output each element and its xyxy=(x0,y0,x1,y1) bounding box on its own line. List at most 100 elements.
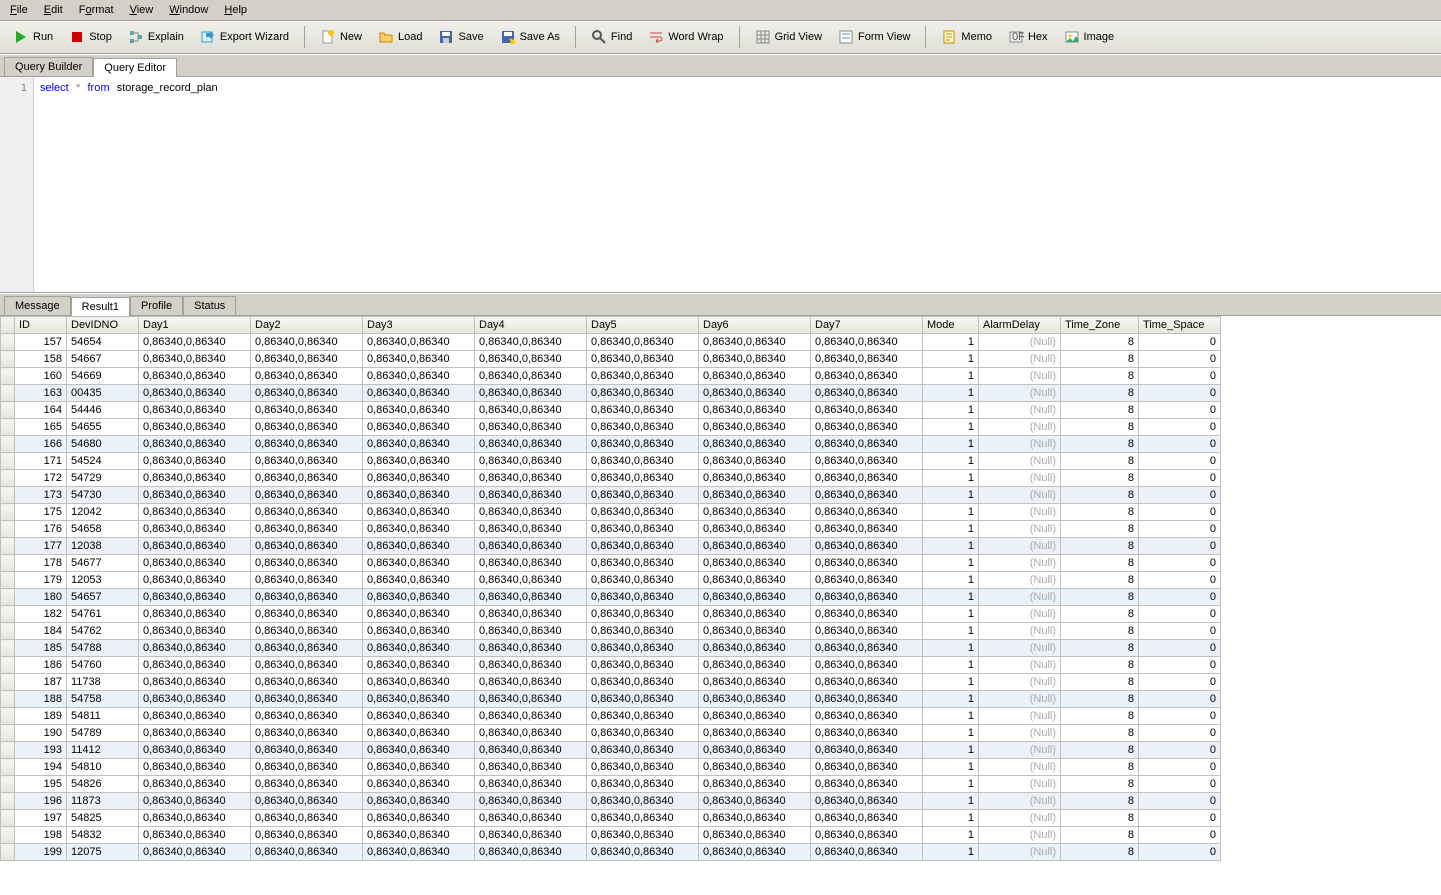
cell-tz[interactable]: 8 xyxy=(1061,572,1139,589)
cell-ts[interactable]: 0 xyxy=(1139,827,1221,844)
cell-day[interactable]: 0,86340,0,86340 xyxy=(811,504,923,521)
cell-mode[interactable]: 1 xyxy=(923,402,979,419)
cell-day[interactable]: 0,86340,0,86340 xyxy=(251,708,363,725)
cell-day[interactable]: 0,86340,0,86340 xyxy=(475,793,587,810)
cell-ts[interactable]: 0 xyxy=(1139,606,1221,623)
cell-day[interactable]: 0,86340,0,86340 xyxy=(363,368,475,385)
cell-day[interactable]: 0,86340,0,86340 xyxy=(587,368,699,385)
cell-day[interactable]: 0,86340,0,86340 xyxy=(139,759,251,776)
cell-id[interactable]: 188 xyxy=(15,691,67,708)
cell-dev[interactable]: 00435 xyxy=(67,385,139,402)
table-row[interactable]: 195548260,86340,0,863400,86340,0,863400,… xyxy=(1,776,1221,793)
col-header[interactable]: Day1 xyxy=(139,317,251,334)
cell-day[interactable]: 0,86340,0,86340 xyxy=(811,402,923,419)
cell-dev[interactable]: 11738 xyxy=(67,674,139,691)
cell-day[interactable]: 0,86340,0,86340 xyxy=(251,776,363,793)
col-header[interactable]: Time_Zone xyxy=(1061,317,1139,334)
cell-day[interactable]: 0,86340,0,86340 xyxy=(139,793,251,810)
cell-day[interactable]: 0,86340,0,86340 xyxy=(139,572,251,589)
cell-day[interactable]: 0,86340,0,86340 xyxy=(475,844,587,861)
cell-ts[interactable]: 0 xyxy=(1139,521,1221,538)
cell-day[interactable]: 0,86340,0,86340 xyxy=(139,470,251,487)
cell-mode[interactable]: 1 xyxy=(923,708,979,725)
cell-id[interactable]: 166 xyxy=(15,436,67,453)
cell-alarmdelay[interactable]: (Null) xyxy=(979,844,1061,861)
cell-day[interactable]: 0,86340,0,86340 xyxy=(811,419,923,436)
cell-day[interactable]: 0,86340,0,86340 xyxy=(699,844,811,861)
tab-message[interactable]: Message xyxy=(4,296,71,315)
find-button[interactable]: Find xyxy=(584,25,639,49)
cell-day[interactable]: 0,86340,0,86340 xyxy=(475,640,587,657)
cell-id[interactable]: 195 xyxy=(15,776,67,793)
cell-day[interactable]: 0,86340,0,86340 xyxy=(811,470,923,487)
row-header[interactable] xyxy=(1,470,15,487)
cell-dev[interactable]: 54669 xyxy=(67,368,139,385)
cell-day[interactable]: 0,86340,0,86340 xyxy=(475,572,587,589)
cell-mode[interactable]: 1 xyxy=(923,487,979,504)
cell-day[interactable]: 0,86340,0,86340 xyxy=(251,334,363,351)
cell-day[interactable]: 0,86340,0,86340 xyxy=(587,351,699,368)
cell-tz[interactable]: 8 xyxy=(1061,470,1139,487)
cell-tz[interactable]: 8 xyxy=(1061,402,1139,419)
cell-alarmdelay[interactable]: (Null) xyxy=(979,742,1061,759)
cell-day[interactable]: 0,86340,0,86340 xyxy=(475,606,587,623)
cell-day[interactable]: 0,86340,0,86340 xyxy=(811,538,923,555)
cell-day[interactable]: 0,86340,0,86340 xyxy=(251,810,363,827)
cell-day[interactable]: 0,86340,0,86340 xyxy=(363,487,475,504)
cell-dev[interactable]: 54788 xyxy=(67,640,139,657)
cell-day[interactable]: 0,86340,0,86340 xyxy=(139,623,251,640)
cell-id[interactable]: 182 xyxy=(15,606,67,623)
cell-tz[interactable]: 8 xyxy=(1061,368,1139,385)
cell-day[interactable]: 0,86340,0,86340 xyxy=(363,708,475,725)
cell-day[interactable]: 0,86340,0,86340 xyxy=(139,827,251,844)
cell-day[interactable]: 0,86340,0,86340 xyxy=(587,776,699,793)
cell-day[interactable]: 0,86340,0,86340 xyxy=(363,555,475,572)
cell-day[interactable]: 0,86340,0,86340 xyxy=(475,368,587,385)
cell-day[interactable]: 0,86340,0,86340 xyxy=(363,572,475,589)
cell-day[interactable]: 0,86340,0,86340 xyxy=(363,521,475,538)
cell-mode[interactable]: 1 xyxy=(923,351,979,368)
cell-ts[interactable]: 0 xyxy=(1139,691,1221,708)
cell-alarmdelay[interactable]: (Null) xyxy=(979,436,1061,453)
cell-dev[interactable]: 54826 xyxy=(67,776,139,793)
row-header[interactable] xyxy=(1,827,15,844)
cell-ts[interactable]: 0 xyxy=(1139,776,1221,793)
cell-id[interactable]: 178 xyxy=(15,555,67,572)
cell-mode[interactable]: 1 xyxy=(923,504,979,521)
cell-alarmdelay[interactable]: (Null) xyxy=(979,521,1061,538)
col-header[interactable]: ID xyxy=(15,317,67,334)
cell-id[interactable]: 190 xyxy=(15,725,67,742)
cell-dev[interactable]: 54762 xyxy=(67,623,139,640)
cell-alarmdelay[interactable]: (Null) xyxy=(979,623,1061,640)
cell-day[interactable]: 0,86340,0,86340 xyxy=(139,453,251,470)
cell-tz[interactable]: 8 xyxy=(1061,419,1139,436)
cell-day[interactable]: 0,86340,0,86340 xyxy=(587,691,699,708)
cell-day[interactable]: 0,86340,0,86340 xyxy=(811,810,923,827)
cell-day[interactable]: 0,86340,0,86340 xyxy=(587,504,699,521)
row-header[interactable] xyxy=(1,776,15,793)
cell-ts[interactable]: 0 xyxy=(1139,436,1221,453)
table-row[interactable]: 165546550,86340,0,863400,86340,0,863400,… xyxy=(1,419,1221,436)
cell-day[interactable]: 0,86340,0,86340 xyxy=(699,504,811,521)
row-header[interactable] xyxy=(1,555,15,572)
cell-day[interactable]: 0,86340,0,86340 xyxy=(699,589,811,606)
cell-tz[interactable]: 8 xyxy=(1061,334,1139,351)
cell-day[interactable]: 0,86340,0,86340 xyxy=(251,674,363,691)
cell-day[interactable]: 0,86340,0,86340 xyxy=(811,521,923,538)
table-row[interactable]: 179120530,86340,0,863400,86340,0,863400,… xyxy=(1,572,1221,589)
cell-mode[interactable]: 1 xyxy=(923,521,979,538)
cell-day[interactable]: 0,86340,0,86340 xyxy=(363,810,475,827)
col-header[interactable]: Mode xyxy=(923,317,979,334)
cell-day[interactable]: 0,86340,0,86340 xyxy=(139,691,251,708)
cell-ts[interactable]: 0 xyxy=(1139,640,1221,657)
cell-alarmdelay[interactable]: (Null) xyxy=(979,453,1061,470)
row-header[interactable] xyxy=(1,521,15,538)
cell-day[interactable]: 0,86340,0,86340 xyxy=(363,419,475,436)
cell-id[interactable]: 160 xyxy=(15,368,67,385)
menu-file[interactable]: File xyxy=(4,2,34,18)
cell-ts[interactable]: 0 xyxy=(1139,453,1221,470)
load-button[interactable]: Load xyxy=(371,25,429,49)
row-header[interactable] xyxy=(1,572,15,589)
tab-result1[interactable]: Result1 xyxy=(71,297,130,316)
cell-day[interactable]: 0,86340,0,86340 xyxy=(587,436,699,453)
